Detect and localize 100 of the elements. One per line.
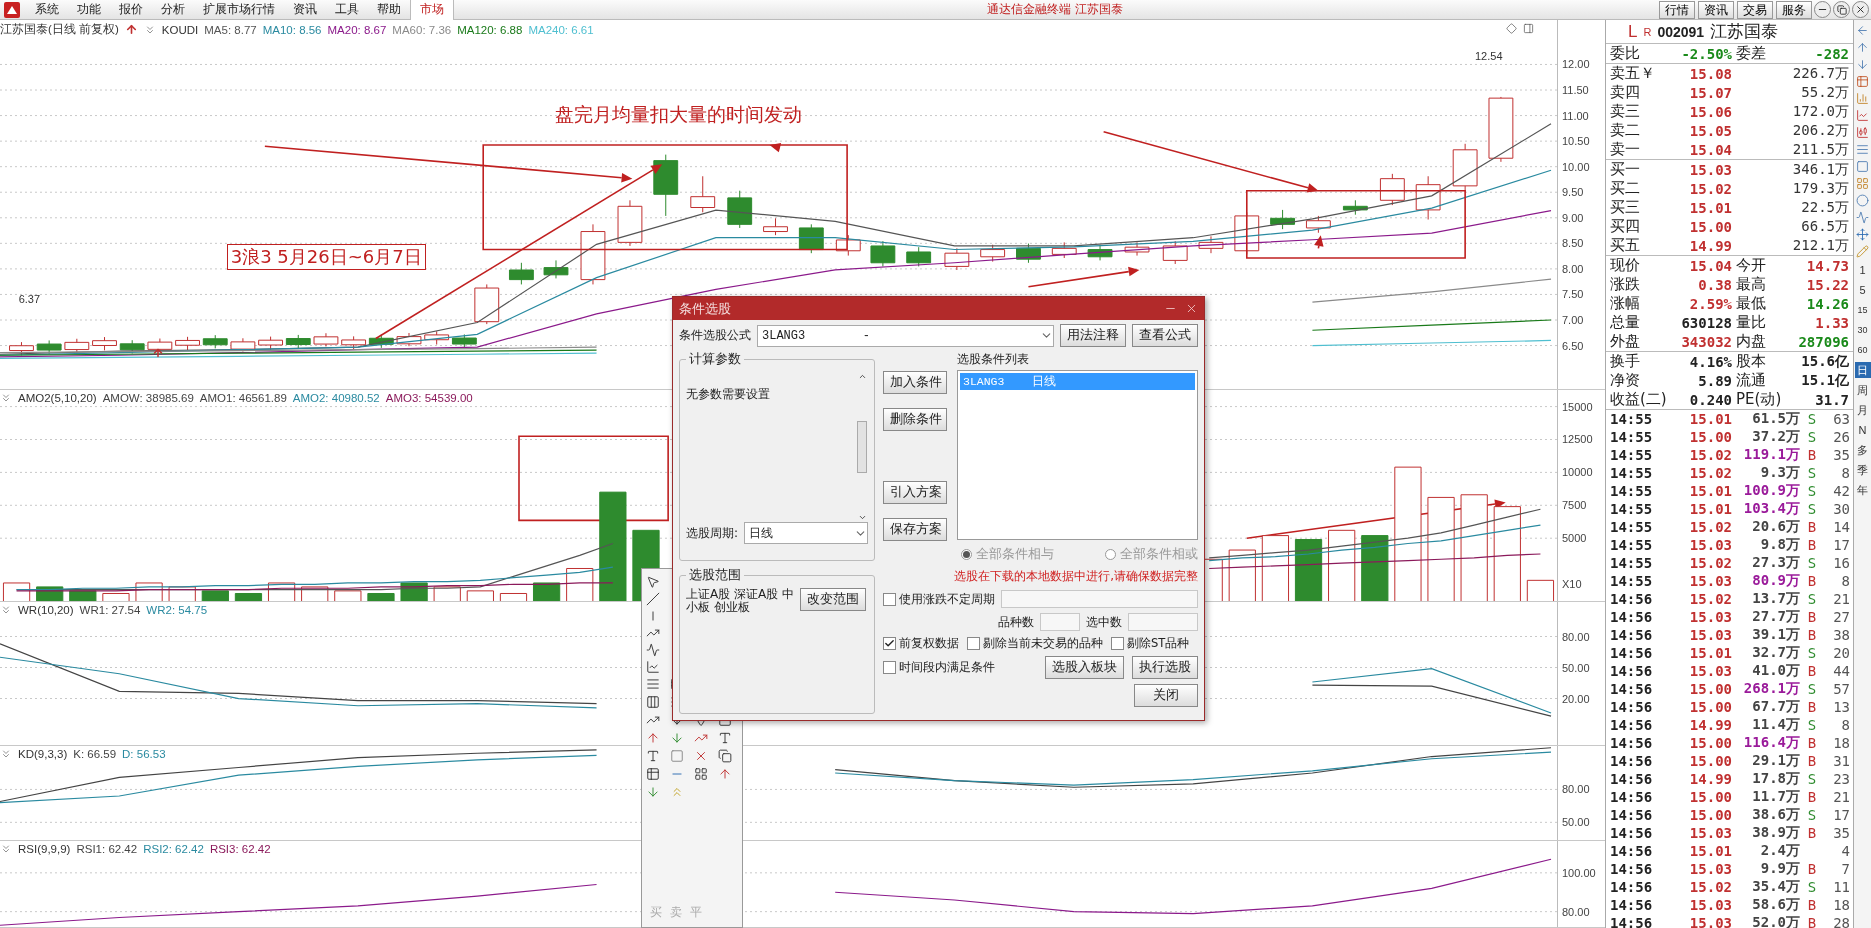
grid-icon[interactable] bbox=[694, 767, 708, 781]
left-arrow-icon[interactable] bbox=[1856, 24, 1869, 37]
tick-time: 14:56 bbox=[1610, 609, 1654, 625]
square-icon[interactable] bbox=[1856, 160, 1869, 173]
market-tab[interactable]: 市场 bbox=[410, 0, 454, 20]
menu-item[interactable]: 帮助 bbox=[368, 1, 410, 18]
option-checkbox[interactable]: 剔除当前未交易的品种 bbox=[967, 636, 1103, 651]
circle-icon[interactable] bbox=[1856, 194, 1869, 207]
down-arrow-icon[interactable] bbox=[1856, 58, 1869, 71]
period-button[interactable]: 季 bbox=[1854, 462, 1871, 478]
delete-icon[interactable] bbox=[694, 749, 708, 763]
dialog-button[interactable]: 用法注释 bbox=[1060, 324, 1126, 347]
period-button[interactable]: 60 bbox=[1854, 342, 1871, 358]
collapse-icon[interactable] bbox=[0, 748, 12, 760]
dialog-button[interactable]: 执行选股 bbox=[1132, 656, 1198, 679]
down-arrow-icon[interactable] bbox=[670, 731, 684, 745]
up-arrow-icon[interactable] bbox=[1856, 41, 1869, 54]
dialog-button[interactable]: 保存方案 bbox=[883, 518, 947, 541]
dialog-button[interactable]: 选股入板块 bbox=[1045, 656, 1124, 679]
dialog-button[interactable]: 删除条件 bbox=[883, 408, 947, 431]
period-button[interactable]: 日 bbox=[1854, 362, 1871, 378]
menu-item[interactable]: 报价 bbox=[110, 1, 152, 18]
panel-icon[interactable] bbox=[1522, 23, 1534, 34]
tick-count: 8 bbox=[1840, 717, 1850, 733]
candlestick bbox=[835, 234, 861, 257]
period-button[interactable]: 月 bbox=[1854, 402, 1871, 418]
period-button[interactable]: 5 bbox=[1854, 282, 1871, 298]
square-icon[interactable] bbox=[670, 749, 684, 763]
restore-icon[interactable] bbox=[1833, 1, 1850, 18]
menu-item[interactable]: 扩展市场行情 bbox=[194, 1, 284, 18]
diamond-icon[interactable] bbox=[1505, 23, 1517, 34]
scrollbar[interactable] bbox=[856, 372, 868, 522]
period-field[interactable] bbox=[1001, 590, 1198, 608]
list-icon[interactable] bbox=[1856, 143, 1869, 156]
zigzag-icon[interactable] bbox=[646, 660, 660, 674]
change-scope-button[interactable]: 改变范围 bbox=[800, 588, 866, 611]
table-icon[interactable] bbox=[1856, 75, 1869, 88]
tick-time: 14:56 bbox=[1610, 681, 1654, 697]
table-icon[interactable] bbox=[646, 767, 660, 781]
trade-label: 卖 bbox=[670, 904, 682, 921]
menu-item[interactable]: 系统 bbox=[26, 1, 68, 18]
menu-item[interactable]: 功能 bbox=[68, 1, 110, 18]
columns-icon[interactable] bbox=[646, 695, 660, 709]
menu-item[interactable]: 工具 bbox=[326, 1, 368, 18]
text-icon[interactable] bbox=[646, 749, 660, 763]
buy-mark-icon[interactable] bbox=[718, 767, 732, 781]
scroll-up-icon[interactable] bbox=[857, 372, 867, 381]
top-button[interactable]: 服务 bbox=[1776, 0, 1812, 19]
scroll-down-icon[interactable] bbox=[857, 513, 867, 522]
candlestick bbox=[870, 240, 896, 267]
axis-tick: 7500 bbox=[1562, 499, 1587, 512]
collapse-icon[interactable] bbox=[0, 392, 12, 404]
tick-count: 8 bbox=[1840, 573, 1850, 589]
axis-tick: 5000 bbox=[1562, 532, 1587, 545]
top-button[interactable]: 资讯 bbox=[1698, 0, 1734, 19]
pencil-icon[interactable] bbox=[1856, 245, 1869, 258]
copy-icon[interactable] bbox=[718, 749, 732, 763]
close-icon[interactable] bbox=[1852, 1, 1869, 18]
candlestick-icon[interactable] bbox=[1856, 126, 1869, 139]
axis-tick: 11.50 bbox=[1562, 84, 1589, 96]
line-chart-icon[interactable] bbox=[1856, 109, 1869, 122]
dialog-button[interactable]: 加入条件 bbox=[883, 371, 947, 394]
lines-icon[interactable] bbox=[646, 677, 660, 691]
quote-label: 委比 bbox=[1610, 44, 1641, 63]
period-button[interactable]: 15 bbox=[1854, 302, 1871, 318]
menu-item[interactable]: 资讯 bbox=[284, 1, 326, 18]
tick-count: 26 bbox=[1832, 429, 1850, 445]
pointer-icon[interactable] bbox=[646, 575, 660, 589]
top-button[interactable]: 交易 bbox=[1737, 0, 1773, 19]
top-button[interactable]: 行情 bbox=[1659, 0, 1695, 19]
range-checkbox[interactable]: 时间段内满足条件 bbox=[883, 660, 995, 675]
text-icon[interactable] bbox=[718, 731, 732, 745]
move-icon[interactable] bbox=[1856, 228, 1869, 241]
line-icon[interactable] bbox=[646, 592, 660, 606]
period-select[interactable]: 日线 bbox=[744, 522, 868, 544]
bars-icon[interactable] bbox=[1856, 92, 1869, 105]
grid-icon[interactable] bbox=[1856, 177, 1869, 190]
formula-select[interactable]: 3LANG3 - bbox=[757, 324, 1054, 347]
option-checkbox[interactable]: 前复权数据 bbox=[883, 636, 959, 651]
dialog-button[interactable]: 引入方案 bbox=[883, 481, 947, 504]
menu-item[interactable]: 分析 bbox=[152, 1, 194, 18]
wave-icon[interactable] bbox=[1856, 211, 1869, 224]
tick-side: S bbox=[1806, 591, 1818, 607]
up-arrow-icon[interactable] bbox=[124, 23, 138, 36]
period-button[interactable]: 周 bbox=[1854, 382, 1871, 398]
tick-side: B bbox=[1806, 609, 1818, 625]
period-button[interactable]: 年 bbox=[1854, 482, 1871, 498]
period-button[interactable]: 多 bbox=[1854, 442, 1871, 458]
period-button[interactable]: 30 bbox=[1854, 322, 1871, 338]
minimize-icon[interactable] bbox=[1814, 1, 1831, 18]
period-checkbox[interactable]: 使用涨跌不定周期 bbox=[883, 591, 995, 607]
option-checkbox[interactable]: 剔除ST品种 bbox=[1111, 636, 1190, 651]
collapse-icon[interactable] bbox=[0, 843, 12, 855]
period-button[interactable]: 1 bbox=[1854, 262, 1871, 278]
close-button[interactable]: 关闭 bbox=[1134, 684, 1198, 707]
dialog-button[interactable]: 查看公式 bbox=[1132, 324, 1198, 347]
period-button[interactable]: N bbox=[1854, 422, 1871, 438]
wave-icon[interactable] bbox=[646, 643, 660, 657]
tick-time: 14:56 bbox=[1610, 753, 1654, 769]
collapse-icon[interactable] bbox=[0, 604, 12, 616]
